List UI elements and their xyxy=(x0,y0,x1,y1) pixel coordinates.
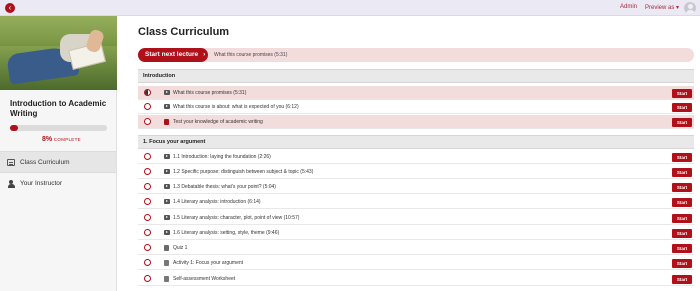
lecture-row[interactable]: 1.1 Introduction: laying the foundation … xyxy=(138,150,694,164)
start-button[interactable]: Start xyxy=(672,117,692,127)
start-button[interactable]: Start xyxy=(672,152,692,162)
start-button[interactable]: Start xyxy=(672,182,692,192)
quiz-icon xyxy=(164,244,169,251)
section-header: 1. Focus your argument xyxy=(138,135,694,149)
lecture-row[interactable]: 1.4 Literary analysis: introduction (6:1… xyxy=(138,195,694,209)
section-header: Introduction xyxy=(138,69,694,83)
lecture-title[interactable]: 1.2 Specific purpose: distinguish betwee… xyxy=(173,169,313,175)
admin-link[interactable]: Admin xyxy=(620,4,637,10)
lecture-row[interactable]: Self-assessment Worksheet Start xyxy=(138,272,694,286)
nav-item-your-instructor[interactable]: Your Instructor xyxy=(0,173,116,195)
progress-label: COMPLETE xyxy=(53,137,81,142)
lecture-row[interactable]: Quiz 1 Start xyxy=(138,241,694,255)
nav-item-label: Class Curriculum xyxy=(20,159,70,166)
lecture-row[interactable]: 1.2 Specific purpose: distinguish betwee… xyxy=(138,165,694,179)
lecture-title[interactable]: Quiz 1 xyxy=(173,245,187,251)
lecture-title[interactable]: 1.5 Literary analysis: character, plot, … xyxy=(173,215,299,221)
lecture-title[interactable]: 1.6 Literary analysis: setting, style, t… xyxy=(173,230,279,236)
not-started-status-icon xyxy=(144,153,151,160)
chevron-right-icon: › xyxy=(203,51,206,58)
lecture-row[interactable]: Test your knowledge of academic writing … xyxy=(138,115,694,129)
start-button[interactable]: Start xyxy=(672,197,692,207)
preview-as-dropdown[interactable]: Preview as ▾ xyxy=(645,4,679,11)
lecture-row[interactable]: Activity 1: Focus your argument Start xyxy=(138,256,694,270)
not-started-status-icon xyxy=(144,214,151,221)
curriculum-icon xyxy=(7,159,15,166)
lecture-title[interactable]: What this course is about: what is expec… xyxy=(173,104,299,110)
progress-fill xyxy=(10,125,18,131)
lecture-row[interactable]: 1.5 Literary analysis: character, plot, … xyxy=(138,211,694,225)
video-icon xyxy=(164,169,170,174)
start-button[interactable]: Start xyxy=(672,258,692,268)
start-next-lecture-button[interactable]: Start next lecture › xyxy=(138,48,208,62)
lecture-row[interactable]: 1.6 Literary analysis: setting, style, t… xyxy=(138,226,694,240)
top-bar: ‹ Admin Preview as ▾ xyxy=(0,0,700,16)
start-button[interactable]: Start xyxy=(672,228,692,238)
not-started-status-icon xyxy=(144,183,151,190)
video-icon xyxy=(164,230,170,235)
video-icon xyxy=(164,90,170,95)
course-image xyxy=(0,16,117,90)
start-button[interactable]: Start xyxy=(672,102,692,112)
lecture-row[interactable]: What this course is about: what is expec… xyxy=(138,100,694,114)
sidebar: Introduction to Academic Writing 8% COMP… xyxy=(0,16,117,291)
not-started-status-icon xyxy=(144,118,151,125)
start-button[interactable]: Start xyxy=(672,213,692,223)
lecture-title[interactable]: 1.4 Literary analysis: introduction (6:1… xyxy=(173,199,261,205)
lecture-title[interactable]: 1.3 Debatable thesis: what's your point?… xyxy=(173,184,276,190)
document-icon xyxy=(164,275,169,282)
video-icon xyxy=(164,154,170,159)
not-started-status-icon xyxy=(144,275,151,282)
nav-item-class-curriculum[interactable]: Class Curriculum xyxy=(0,151,116,173)
start-button[interactable]: Start xyxy=(672,274,692,284)
back-icon[interactable]: ‹ xyxy=(5,3,15,13)
lecture-title[interactable]: Self-assessment Worksheet xyxy=(173,276,235,282)
not-started-status-icon xyxy=(144,198,151,205)
not-started-status-icon xyxy=(144,259,151,266)
page-title: Class Curriculum xyxy=(138,26,230,38)
user-avatar[interactable] xyxy=(684,2,696,14)
start-button[interactable]: Start xyxy=(672,88,692,98)
video-icon xyxy=(164,215,170,220)
lecture-title[interactable]: 1.1 Introduction: laying the foundation … xyxy=(173,154,271,160)
not-started-status-icon xyxy=(144,168,151,175)
not-started-status-icon xyxy=(144,103,151,110)
in-progress-status-icon xyxy=(144,89,151,96)
lecture-title[interactable]: Test your knowledge of academic writing xyxy=(173,119,263,125)
lecture-title[interactable]: Activity 1: Focus your argument xyxy=(173,260,243,266)
video-icon xyxy=(164,104,170,109)
next-lecture-title: What this course promises (5:31) xyxy=(214,52,288,58)
lecture-title[interactable]: What this course promises (5:31) xyxy=(173,90,246,96)
not-started-status-icon xyxy=(144,244,151,251)
course-title: Introduction to Academic Writing xyxy=(10,99,107,118)
progress-text: 8% COMPLETE xyxy=(42,136,81,143)
person-icon xyxy=(7,180,15,188)
next-lecture-bar: Start next lecture › What this course pro… xyxy=(138,48,694,62)
start-button[interactable]: Start xyxy=(672,243,692,253)
lecture-row[interactable]: What this course promises (5:31) Start xyxy=(138,86,694,100)
start-button[interactable]: Start xyxy=(672,167,692,177)
nav-item-label: Your Instructor xyxy=(20,180,63,187)
progress-percent: 8% xyxy=(42,136,53,143)
document-icon xyxy=(164,259,169,266)
video-icon xyxy=(164,184,170,189)
lecture-row[interactable]: 1.3 Debatable thesis: what's your point?… xyxy=(138,180,694,194)
video-icon xyxy=(164,199,170,204)
not-started-status-icon xyxy=(144,229,151,236)
document-icon xyxy=(164,118,169,125)
start-next-lecture-label: Start next lecture xyxy=(145,51,199,58)
progress-bar xyxy=(10,125,107,131)
